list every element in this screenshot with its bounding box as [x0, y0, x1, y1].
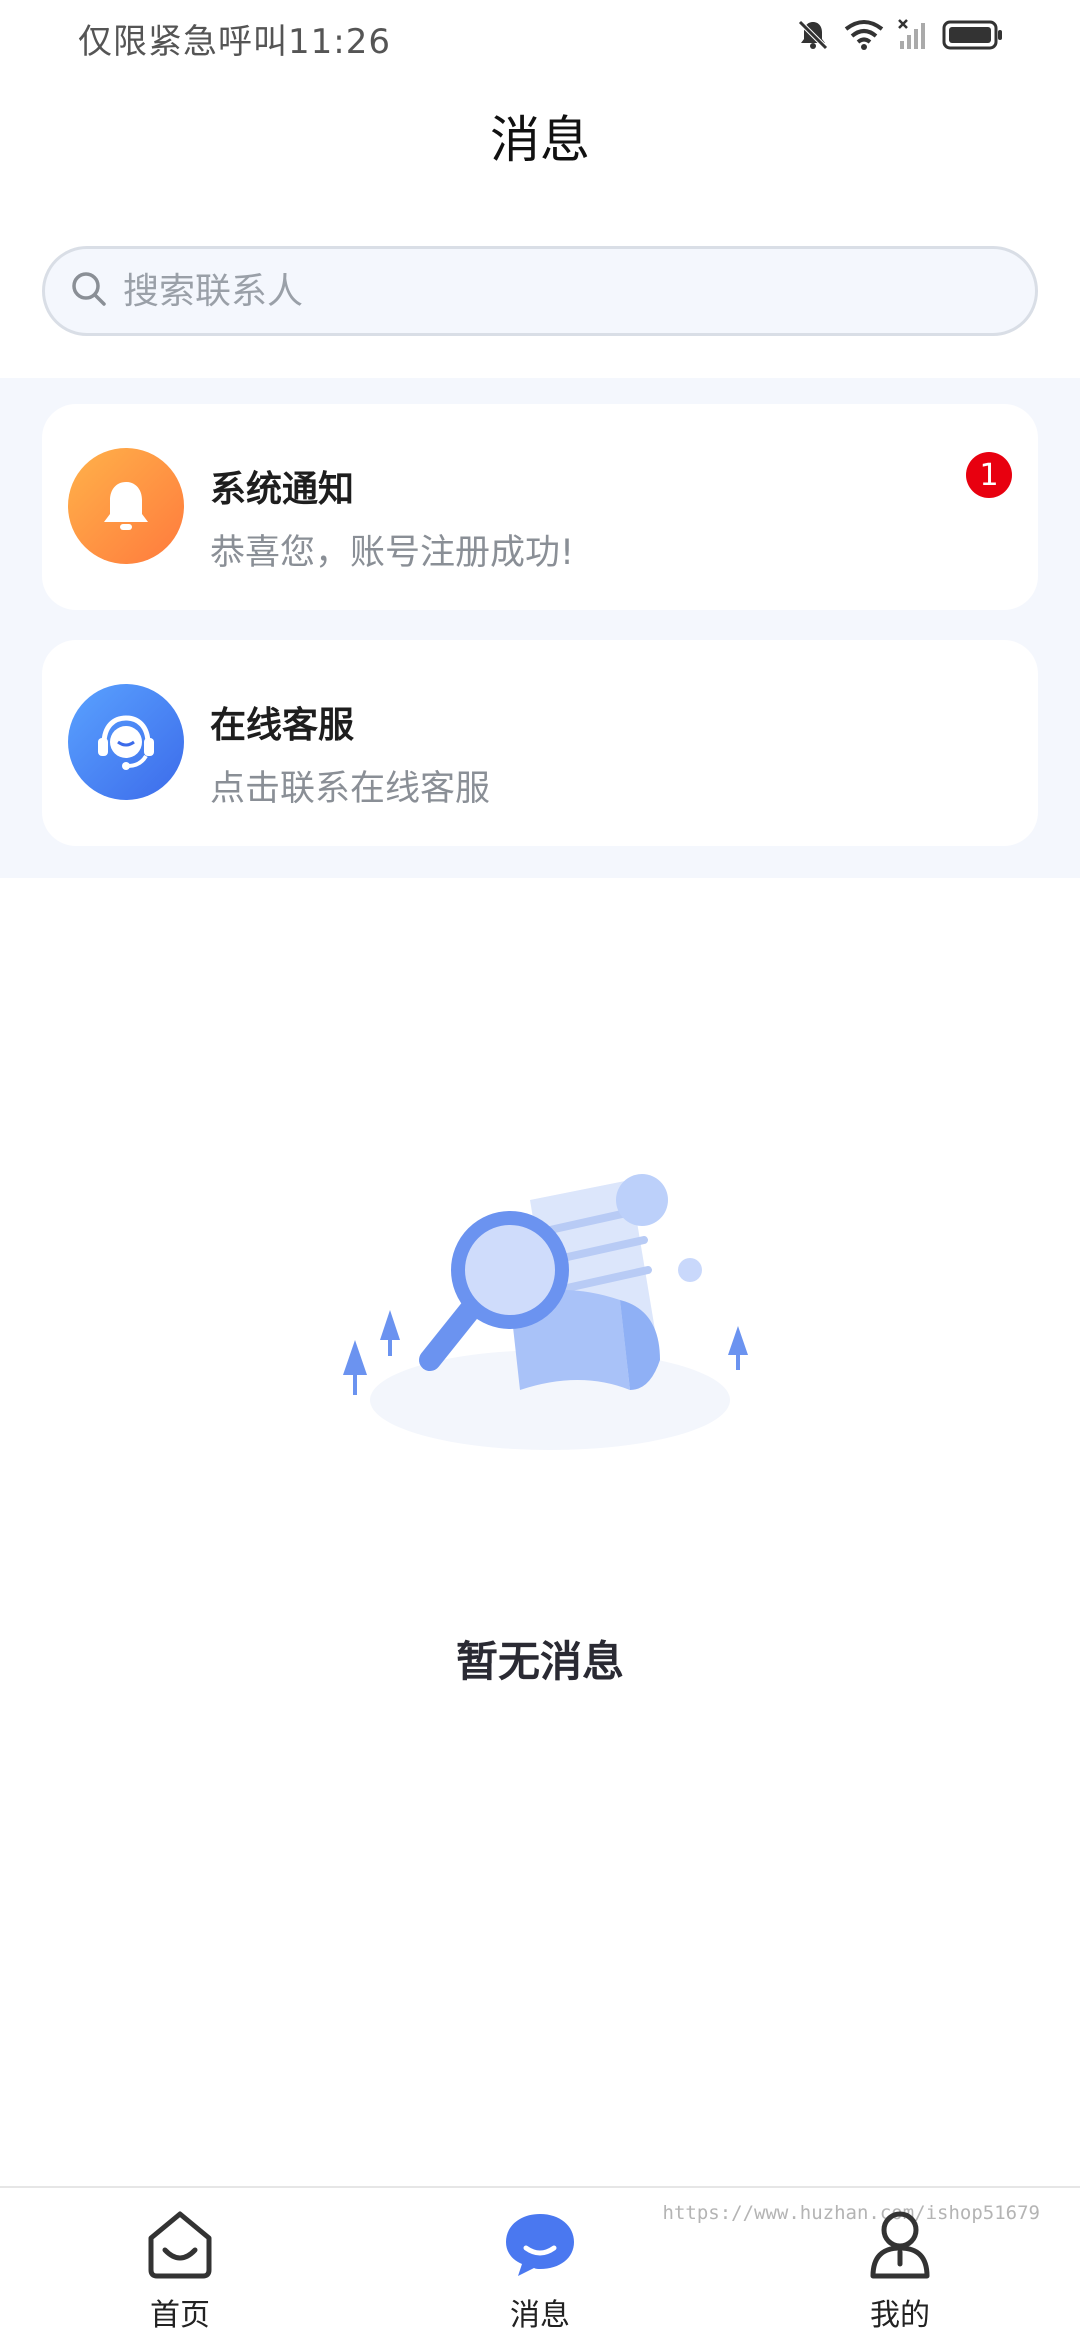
magnifier-document-icon	[330, 1160, 790, 1560]
bell-muted-icon	[796, 18, 830, 56]
battery-icon	[942, 20, 1004, 54]
conversation-title: 在线客服	[210, 705, 355, 746]
signal-icon	[898, 19, 928, 55]
conversation-preview: 恭喜您，账号注册成功!	[210, 533, 575, 573]
chat-bubble-icon	[502, 2208, 578, 2284]
page-title: 消息	[490, 111, 590, 169]
conversation-item-system-notice[interactable]: 系统通知 恭喜您，账号注册成功! 1	[42, 404, 1038, 610]
bottom-nav: https://www.huzhan.com/ishop51679 首页 消息 …	[0, 2186, 1080, 2340]
wifi-icon	[844, 19, 884, 55]
home-icon	[145, 2208, 215, 2284]
person-icon	[865, 2208, 935, 2284]
status-text: 仅限紧急呼叫11:26	[78, 14, 391, 63]
empty-state-text: 暂无消息	[455, 1637, 624, 1686]
unread-badge: 1	[966, 452, 1012, 498]
nav-item-messages[interactable]: 消息	[440, 2208, 640, 2338]
search-input[interactable]	[123, 270, 1003, 312]
carrier-text: 仅限紧急呼叫	[78, 22, 288, 62]
conversation-title: 系统通知	[210, 469, 355, 510]
status-time: 11:26	[288, 22, 391, 62]
headset-icon	[68, 684, 184, 800]
search-icon	[69, 269, 109, 313]
nav-item-profile[interactable]: 我的	[800, 2208, 1000, 2338]
conversation-list: 系统通知 恭喜您，账号注册成功! 1 在线客服 点击联系在线客服	[0, 378, 1080, 878]
search-box[interactable]	[42, 246, 1038, 336]
nav-item-home[interactable]: 首页	[80, 2208, 280, 2338]
status-bar: 仅限紧急呼叫11:26	[0, 0, 1080, 75]
conversation-item-online-service[interactable]: 在线客服 点击联系在线客服	[42, 640, 1038, 846]
conversation-preview: 点击联系在线客服	[210, 769, 491, 809]
bell-icon	[68, 448, 184, 564]
nav-label: 首页	[150, 2298, 210, 2333]
nav-label: 消息	[510, 2298, 570, 2333]
nav-label: 我的	[870, 2298, 930, 2333]
status-icons	[796, 18, 1004, 56]
